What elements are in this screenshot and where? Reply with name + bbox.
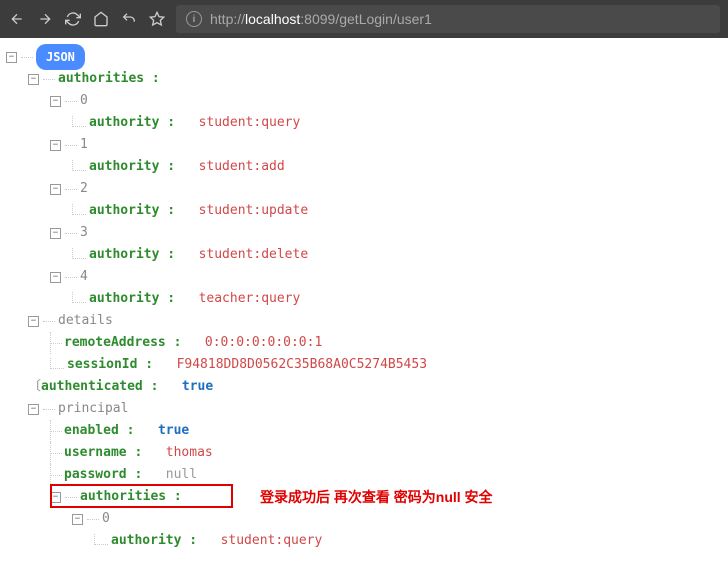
toggle-icon[interactable]: − bbox=[50, 272, 61, 283]
key-details: details bbox=[58, 310, 113, 332]
array-index: 0 bbox=[80, 90, 88, 112]
value: student:add bbox=[199, 156, 285, 178]
bracket-icon: 〔 bbox=[28, 376, 41, 398]
value: teacher:query bbox=[199, 288, 301, 310]
value: 0:0:0:0:0:0:0:1 bbox=[205, 332, 322, 354]
forward-icon[interactable] bbox=[36, 10, 54, 28]
json-viewer: − JSON − authorities : − 0 authority : s… bbox=[0, 38, 728, 560]
key-authority: authority : bbox=[89, 156, 175, 178]
toggle-icon[interactable]: − bbox=[50, 140, 61, 151]
undo-icon[interactable] bbox=[120, 10, 138, 28]
key-remote-address: remoteAddress : bbox=[64, 332, 181, 354]
value: student:query bbox=[199, 112, 301, 134]
toggle-icon[interactable]: − bbox=[50, 96, 61, 107]
url-bar[interactable]: i http://localhost:8099/getLogin/user1 bbox=[176, 5, 720, 33]
key-authorities: authorities : bbox=[58, 68, 160, 90]
home-icon[interactable] bbox=[92, 10, 110, 28]
array-index: 4 bbox=[80, 266, 88, 288]
key-authenticated: authenticated : bbox=[41, 376, 158, 398]
key-password: password : bbox=[64, 464, 142, 486]
key-authority: authority : bbox=[89, 288, 175, 310]
key-principal: principal bbox=[58, 398, 128, 420]
key-session-id: sessionId : bbox=[67, 354, 153, 376]
value: student:update bbox=[199, 200, 309, 222]
toggle-icon[interactable]: − bbox=[50, 184, 61, 195]
json-badge: JSON bbox=[36, 44, 85, 70]
annotation-text: 登录成功后 再次查看 密码为null 安全 bbox=[260, 486, 493, 508]
toggle-icon[interactable]: − bbox=[28, 316, 39, 327]
reload-icon[interactable] bbox=[64, 10, 82, 28]
toggle-icon[interactable]: − bbox=[72, 514, 83, 525]
toggle-icon[interactable]: − bbox=[50, 228, 61, 239]
back-icon[interactable] bbox=[8, 10, 26, 28]
array-index: 2 bbox=[80, 178, 88, 200]
array-index: 1 bbox=[80, 134, 88, 156]
key-username: username : bbox=[64, 442, 142, 464]
toggle-icon[interactable]: − bbox=[28, 74, 39, 85]
star-icon[interactable] bbox=[148, 10, 166, 28]
value: true bbox=[158, 420, 189, 442]
toggle-icon[interactable]: − bbox=[6, 52, 17, 63]
value: thomas bbox=[166, 442, 213, 464]
value: F94818DD8D0562C35B68A0C5274B5453 bbox=[177, 354, 427, 376]
value: student:delete bbox=[199, 244, 309, 266]
key-authority: authority : bbox=[111, 530, 197, 552]
value: student:query bbox=[221, 530, 323, 552]
value: null bbox=[166, 464, 197, 486]
browser-toolbar: i http://localhost:8099/getLogin/user1 bbox=[0, 0, 728, 38]
array-index: 3 bbox=[80, 222, 88, 244]
array-index: 0 bbox=[102, 508, 110, 530]
toggle-icon[interactable]: − bbox=[50, 492, 61, 503]
value: true bbox=[182, 376, 213, 398]
url-text: http://localhost:8099/getLogin/user1 bbox=[210, 11, 432, 27]
key-authority: authority : bbox=[89, 112, 175, 134]
info-icon[interactable]: i bbox=[186, 11, 202, 27]
key-enabled: enabled : bbox=[64, 420, 134, 442]
key-authority: authority : bbox=[89, 200, 175, 222]
toggle-icon[interactable]: − bbox=[28, 404, 39, 415]
key-authorities: authorities : bbox=[80, 486, 182, 508]
key-authority: authority : bbox=[89, 244, 175, 266]
